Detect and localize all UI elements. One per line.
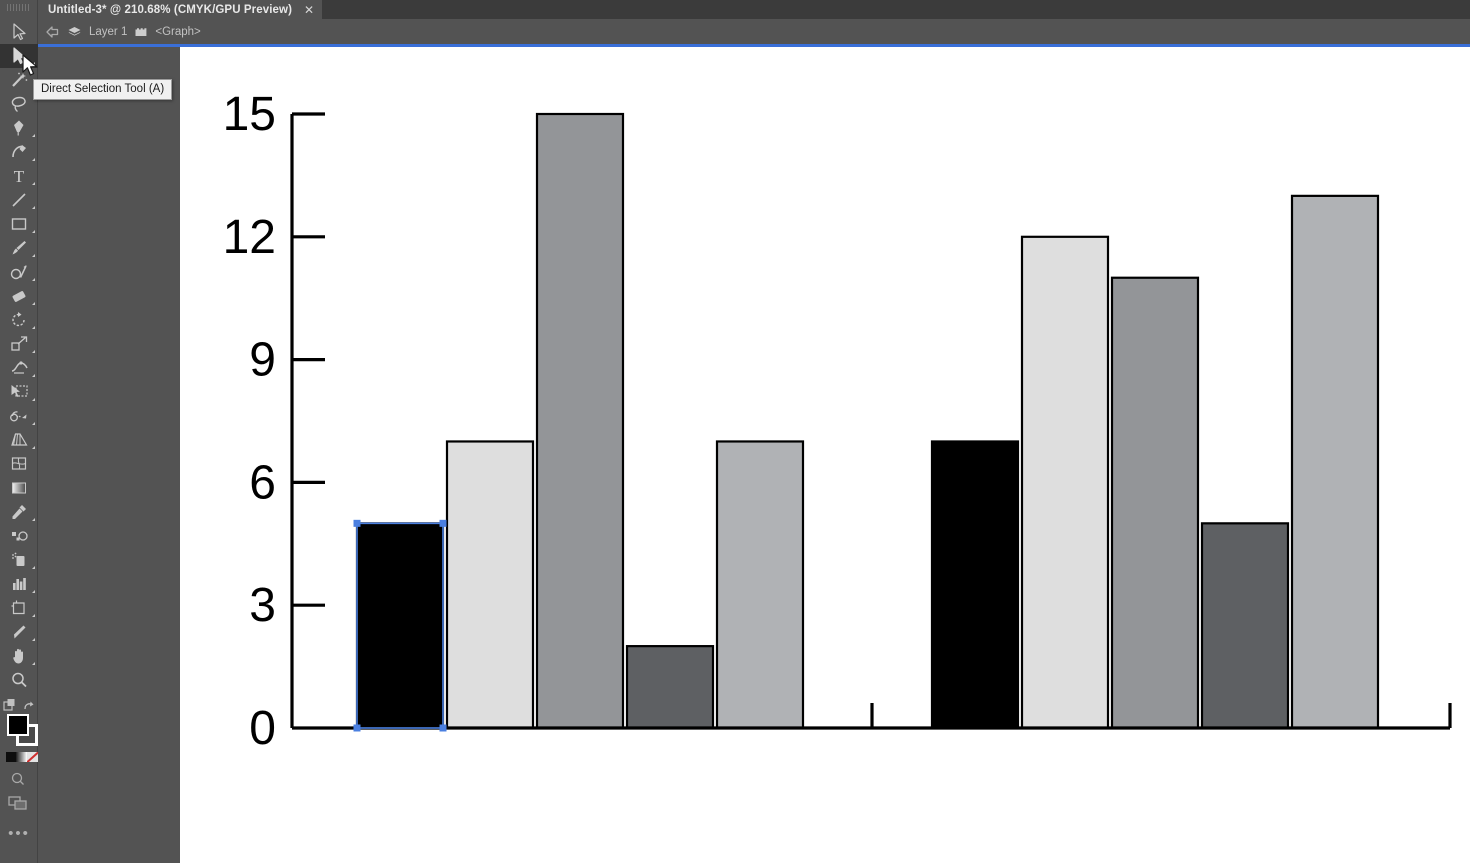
- fill-swatch[interactable]: [7, 714, 29, 736]
- flyout-indicator-icon: [32, 446, 35, 449]
- layers-icon[interactable]: [67, 25, 82, 39]
- line-segment-tool[interactable]: [0, 188, 38, 212]
- flyout-indicator-icon: [32, 62, 35, 65]
- slice-tool[interactable]: [0, 620, 38, 644]
- selection-anchor-handle[interactable]: [439, 519, 447, 527]
- flyout-indicator-icon: [32, 398, 35, 401]
- back-arrow-icon[interactable]: [45, 25, 60, 39]
- edit-toolbar-button[interactable]: •••: [0, 826, 38, 842]
- flyout-indicator-icon: [32, 350, 35, 353]
- breadcrumb-object-label[interactable]: <Graph>: [155, 26, 200, 38]
- shape-builder-tool[interactable]: [0, 404, 38, 428]
- color-button[interactable]: [6, 752, 16, 762]
- flyout-indicator-icon: [32, 566, 35, 569]
- live-paint-bucket-tool[interactable]: [0, 548, 38, 572]
- scale-tool[interactable]: [0, 332, 38, 356]
- shaper-tool[interactable]: [0, 260, 38, 284]
- graph-bar[interactable]: [535, 112, 625, 730]
- pen-tool[interactable]: [0, 116, 38, 140]
- breadcrumb-layer-label[interactable]: Layer 1: [89, 26, 127, 38]
- paintbrush-tool[interactable]: [0, 236, 38, 260]
- selection-anchor-handle[interactable]: [353, 519, 361, 527]
- drawing-modes-icon[interactable]: [0, 770, 38, 788]
- breadcrumb: Layer 1 <Graph>: [0, 19, 1470, 45]
- graph-bar[interactable]: [355, 522, 445, 730]
- width-tool[interactable]: [0, 356, 38, 380]
- artboard-tool[interactable]: [0, 596, 38, 620]
- y-axis-label: 6: [249, 456, 276, 509]
- flyout-indicator-icon: [32, 302, 35, 305]
- eyedropper-tool[interactable]: [0, 500, 38, 524]
- selection-tool[interactable]: [0, 20, 38, 44]
- flyout-indicator-icon: [32, 230, 35, 233]
- tools-panel: T •••: [0, 0, 38, 863]
- rotate-tool[interactable]: [0, 308, 38, 332]
- y-axis-label: 15: [223, 88, 276, 141]
- flyout-indicator-icon: [32, 518, 35, 521]
- eraser-tool[interactable]: [0, 284, 38, 308]
- color-mode-strip[interactable]: [6, 752, 38, 762]
- flyout-indicator-icon: [32, 614, 35, 617]
- flyout-indicator-icon: [32, 662, 35, 665]
- column-graph[interactable]: 0 3 6 9 12 15: [180, 47, 1470, 863]
- y-axis-label: 9: [249, 334, 276, 387]
- zoom-tool[interactable]: [0, 668, 38, 692]
- flyout-indicator-icon: [32, 254, 35, 257]
- artboard-canvas[interactable]: 0 3 6 9 12 15: [180, 47, 1470, 863]
- flyout-indicator-icon: [32, 590, 35, 593]
- close-icon[interactable]: ✕: [304, 4, 314, 16]
- svg-text:T: T: [14, 167, 25, 185]
- graph-bar[interactable]: [1200, 522, 1290, 730]
- title-bar: Untitled-3* @ 210.68% (CMYK/GPU Preview)…: [0, 0, 1470, 19]
- flyout-indicator-icon: [32, 326, 35, 329]
- hand-tool[interactable]: [0, 644, 38, 668]
- document-tab-title: Untitled-3* @ 210.68% (CMYK/GPU Preview): [48, 3, 293, 16]
- screen-mode-icon[interactable]: [0, 794, 38, 812]
- graph-bar[interactable]: [1290, 194, 1380, 730]
- type-tool[interactable]: T: [0, 164, 38, 188]
- y-axis-label: 12: [223, 211, 276, 264]
- tool-list: T: [0, 20, 38, 692]
- group-icon[interactable]: [134, 25, 148, 39]
- document-tab[interactable]: Untitled-3* @ 210.68% (CMYK/GPU Preview)…: [34, 0, 323, 19]
- graph-bar[interactable]: [715, 440, 805, 730]
- selection-anchor-handle[interactable]: [353, 724, 361, 732]
- graph-bar[interactable]: [1020, 235, 1110, 730]
- none-button[interactable]: [27, 752, 38, 762]
- fill-stroke-swatches[interactable]: [5, 712, 38, 746]
- flyout-indicator-icon: [32, 422, 35, 425]
- flyout-indicator-icon: [32, 158, 35, 161]
- y-axis-label: 0: [249, 702, 276, 755]
- blend-tool[interactable]: [0, 524, 38, 548]
- rectangle-tool[interactable]: [0, 212, 38, 236]
- gradient-button[interactable]: [16, 752, 27, 762]
- flyout-indicator-icon: [32, 206, 35, 209]
- flyout-indicator-icon: [32, 182, 35, 185]
- panel-drag-grip[interactable]: [7, 4, 29, 11]
- graph-bar[interactable]: [625, 645, 715, 730]
- graph-bar[interactable]: [930, 440, 1020, 730]
- gradient-tool[interactable]: [0, 476, 38, 500]
- free-transform-tool[interactable]: [0, 380, 38, 404]
- graph-bar[interactable]: [1110, 276, 1200, 730]
- graph-bar[interactable]: [445, 440, 535, 730]
- perspective-grid-tool[interactable]: [0, 428, 38, 452]
- mesh-tool[interactable]: [0, 452, 38, 476]
- column-graph-tool[interactable]: [0, 572, 38, 596]
- curvature-tool[interactable]: [0, 140, 38, 164]
- flyout-indicator-icon: [32, 134, 35, 137]
- y-axis-label: 3: [249, 579, 276, 632]
- direct-selection-tool[interactable]: [0, 44, 38, 68]
- selection-anchor-handle[interactable]: [439, 724, 447, 732]
- flyout-indicator-icon: [32, 374, 35, 377]
- flyout-indicator-icon: [32, 278, 35, 281]
- flyout-indicator-icon: [32, 638, 35, 641]
- tool-tooltip: Direct Selection Tool (A): [33, 79, 173, 100]
- illustrator-window: Untitled-3* @ 210.68% (CMYK/GPU Preview)…: [0, 0, 1470, 863]
